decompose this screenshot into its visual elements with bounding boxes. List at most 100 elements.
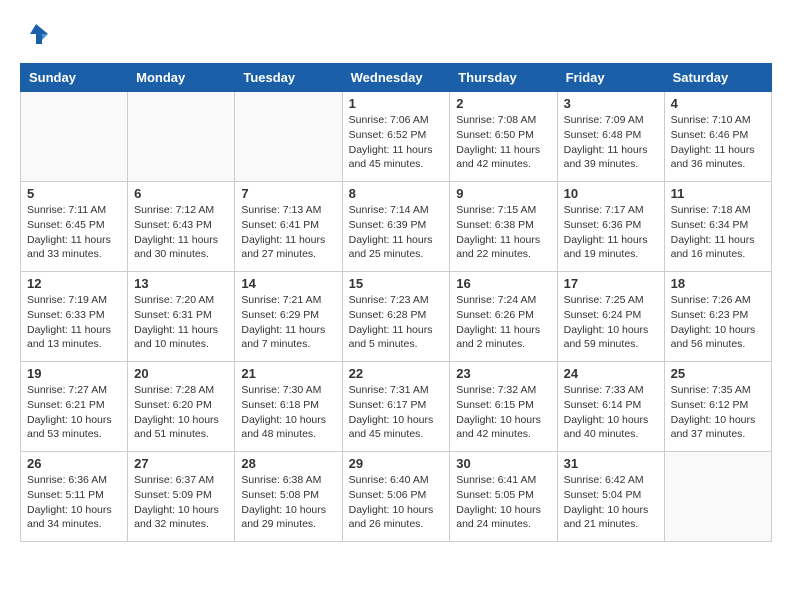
day-number: 8: [349, 186, 444, 201]
calendar-cell: 10 Sunrise: 7:17 AMSunset: 6:36 PMDayligh…: [557, 182, 664, 272]
day-number: 19: [27, 366, 121, 381]
day-info: Sunrise: 7:26 AMSunset: 6:23 PMDaylight:…: [671, 293, 765, 352]
calendar-cell: 20Sunrise: 7:28 AMSunset: 6:20 PMDayligh…: [128, 362, 235, 452]
calendar-cell: 4 Sunrise: 7:10 AMSunset: 6:46 PMDaylight…: [664, 92, 771, 182]
day-number: 1: [349, 96, 444, 111]
day-number: 31: [564, 456, 658, 471]
weekday-header-saturday: Saturday: [664, 64, 771, 92]
week-row-4: 19 Sunrise: 7:27 AMSunset: 6:21 PMDayligh…: [21, 362, 772, 452]
logo-icon: [22, 20, 50, 48]
day-number: 14: [241, 276, 335, 291]
logo: [20, 20, 50, 53]
day-number: 22: [349, 366, 444, 381]
weekday-header-thursday: Thursday: [450, 64, 557, 92]
day-number: 10: [564, 186, 658, 201]
day-info: Sunrise: 7:17 AMSunset: 6:36 PMDaylight:…: [564, 203, 658, 262]
day-info: Sunrise: 6:41 AMSunset: 5:05 PMDaylight:…: [456, 473, 550, 532]
day-info: Sunrise: 7:27 AMSunset: 6:21 PMDaylight:…: [27, 383, 121, 442]
calendar-cell: 19 Sunrise: 7:27 AMSunset: 6:21 PMDayligh…: [21, 362, 128, 452]
day-info: Sunrise: 7:32 AMSunset: 6:15 PMDaylight:…: [456, 383, 550, 442]
day-number: 4: [671, 96, 765, 111]
weekday-header-friday: Friday: [557, 64, 664, 92]
day-number: 12: [27, 276, 121, 291]
week-row-1: 1Sunrise: 7:06 AMSunset: 6:52 PMDaylight…: [21, 92, 772, 182]
calendar-cell: 22 Sunrise: 7:31 AMSunset: 6:17 PMDayligh…: [342, 362, 450, 452]
calendar-cell: 18 Sunrise: 7:26 AMSunset: 6:23 PMDayligh…: [664, 272, 771, 362]
calendar-cell: 27 Sunrise: 6:37 AMSunset: 5:09 PMDayligh…: [128, 452, 235, 542]
day-info: Sunrise: 6:36 AMSunset: 5:11 PMDaylight:…: [27, 473, 121, 532]
calendar-cell: [21, 92, 128, 182]
calendar-cell: 29Sunrise: 6:40 AMSunset: 5:06 PMDayligh…: [342, 452, 450, 542]
calendar-cell: 17 Sunrise: 7:25 AMSunset: 6:24 PMDayligh…: [557, 272, 664, 362]
calendar-cell: 23 Sunrise: 7:32 AMSunset: 6:15 PMDayligh…: [450, 362, 557, 452]
calendar-cell: 26 Sunrise: 6:36 AMSunset: 5:11 PMDayligh…: [21, 452, 128, 542]
calendar-cell: 24Sunrise: 7:33 AMSunset: 6:14 PMDayligh…: [557, 362, 664, 452]
calendar-cell: 8 Sunrise: 7:14 AMSunset: 6:39 PMDaylight…: [342, 182, 450, 272]
day-number: 2: [456, 96, 550, 111]
calendar-cell: 2 Sunrise: 7:08 AMSunset: 6:50 PMDaylight…: [450, 92, 557, 182]
day-number: 27: [134, 456, 228, 471]
day-info: Sunrise: 7:10 AMSunset: 6:46 PMDaylight:…: [671, 113, 765, 172]
day-info: Sunrise: 6:42 AMSunset: 5:04 PMDaylight:…: [564, 473, 658, 532]
day-number: 9: [456, 186, 550, 201]
calendar-cell: 13 Sunrise: 7:20 AMSunset: 6:31 PMDayligh…: [128, 272, 235, 362]
calendar-cell: 1Sunrise: 7:06 AMSunset: 6:52 PMDaylight…: [342, 92, 450, 182]
weekday-header-row: SundayMondayTuesdayWednesdayThursdayFrid…: [21, 64, 772, 92]
day-info: Sunrise: 7:33 AMSunset: 6:14 PMDaylight:…: [564, 383, 658, 442]
calendar-cell: 21Sunrise: 7:30 AMSunset: 6:18 PMDayligh…: [235, 362, 342, 452]
page-header: [20, 20, 772, 53]
day-number: 15: [349, 276, 444, 291]
calendar-cell: 15Sunrise: 7:23 AMSunset: 6:28 PMDayligh…: [342, 272, 450, 362]
day-info: Sunrise: 7:35 AMSunset: 6:12 PMDaylight:…: [671, 383, 765, 442]
day-number: 23: [456, 366, 550, 381]
weekday-header-monday: Monday: [128, 64, 235, 92]
day-number: 11: [671, 186, 765, 201]
day-info: Sunrise: 7:18 AMSunset: 6:34 PMDaylight:…: [671, 203, 765, 262]
day-number: 26: [27, 456, 121, 471]
calendar-cell: [664, 452, 771, 542]
calendar-cell: 28 Sunrise: 6:38 AMSunset: 5:08 PMDayligh…: [235, 452, 342, 542]
day-number: 3: [564, 96, 658, 111]
calendar-cell: [235, 92, 342, 182]
day-info: Sunrise: 7:25 AMSunset: 6:24 PMDaylight:…: [564, 293, 658, 352]
weekday-header-wednesday: Wednesday: [342, 64, 450, 92]
day-number: 18: [671, 276, 765, 291]
day-info: Sunrise: 7:15 AMSunset: 6:38 PMDaylight:…: [456, 203, 550, 262]
day-number: 28: [241, 456, 335, 471]
day-number: 20: [134, 366, 228, 381]
day-info: Sunrise: 7:21 AMSunset: 6:29 PMDaylight:…: [241, 293, 335, 352]
calendar-cell: 14 Sunrise: 7:21 AMSunset: 6:29 PMDayligh…: [235, 272, 342, 362]
day-number: 30: [456, 456, 550, 471]
calendar-table: SundayMondayTuesdayWednesdayThursdayFrid…: [20, 63, 772, 542]
day-info: Sunrise: 7:30 AMSunset: 6:18 PMDaylight:…: [241, 383, 335, 442]
week-row-3: 12Sunrise: 7:19 AMSunset: 6:33 PMDayligh…: [21, 272, 772, 362]
day-number: 13: [134, 276, 228, 291]
day-number: 7: [241, 186, 335, 201]
calendar-cell: 16 Sunrise: 7:24 AMSunset: 6:26 PMDayligh…: [450, 272, 557, 362]
day-info: Sunrise: 6:38 AMSunset: 5:08 PMDaylight:…: [241, 473, 335, 532]
day-info: Sunrise: 7:08 AMSunset: 6:50 PMDaylight:…: [456, 113, 550, 172]
day-number: 16: [456, 276, 550, 291]
calendar-cell: 7Sunrise: 7:13 AMSunset: 6:41 PMDaylight…: [235, 182, 342, 272]
week-row-2: 5Sunrise: 7:11 AMSunset: 6:45 PMDaylight…: [21, 182, 772, 272]
day-info: Sunrise: 7:20 AMSunset: 6:31 PMDaylight:…: [134, 293, 228, 352]
day-info: Sunrise: 7:31 AMSunset: 6:17 PMDaylight:…: [349, 383, 444, 442]
day-info: Sunrise: 7:24 AMSunset: 6:26 PMDaylight:…: [456, 293, 550, 352]
week-row-5: 26 Sunrise: 6:36 AMSunset: 5:11 PMDayligh…: [21, 452, 772, 542]
calendar-cell: 12Sunrise: 7:19 AMSunset: 6:33 PMDayligh…: [21, 272, 128, 362]
calendar-cell: [128, 92, 235, 182]
day-number: 25: [671, 366, 765, 381]
calendar-cell: 11 Sunrise: 7:18 AMSunset: 6:34 PMDayligh…: [664, 182, 771, 272]
day-number: 6: [134, 186, 228, 201]
day-number: 17: [564, 276, 658, 291]
day-number: 5: [27, 186, 121, 201]
weekday-header-tuesday: Tuesday: [235, 64, 342, 92]
calendar-cell: 3Sunrise: 7:09 AMSunset: 6:48 PMDaylight…: [557, 92, 664, 182]
calendar-cell: 6 Sunrise: 7:12 AMSunset: 6:43 PMDaylight…: [128, 182, 235, 272]
calendar-cell: 25 Sunrise: 7:35 AMSunset: 6:12 PMDayligh…: [664, 362, 771, 452]
calendar-cell: 9 Sunrise: 7:15 AMSunset: 6:38 PMDaylight…: [450, 182, 557, 272]
calendar-cell: 31 Sunrise: 6:42 AMSunset: 5:04 PMDayligh…: [557, 452, 664, 542]
day-info: Sunrise: 6:37 AMSunset: 5:09 PMDaylight:…: [134, 473, 228, 532]
day-info: Sunrise: 7:14 AMSunset: 6:39 PMDaylight:…: [349, 203, 444, 262]
day-info: Sunrise: 7:12 AMSunset: 6:43 PMDaylight:…: [134, 203, 228, 262]
